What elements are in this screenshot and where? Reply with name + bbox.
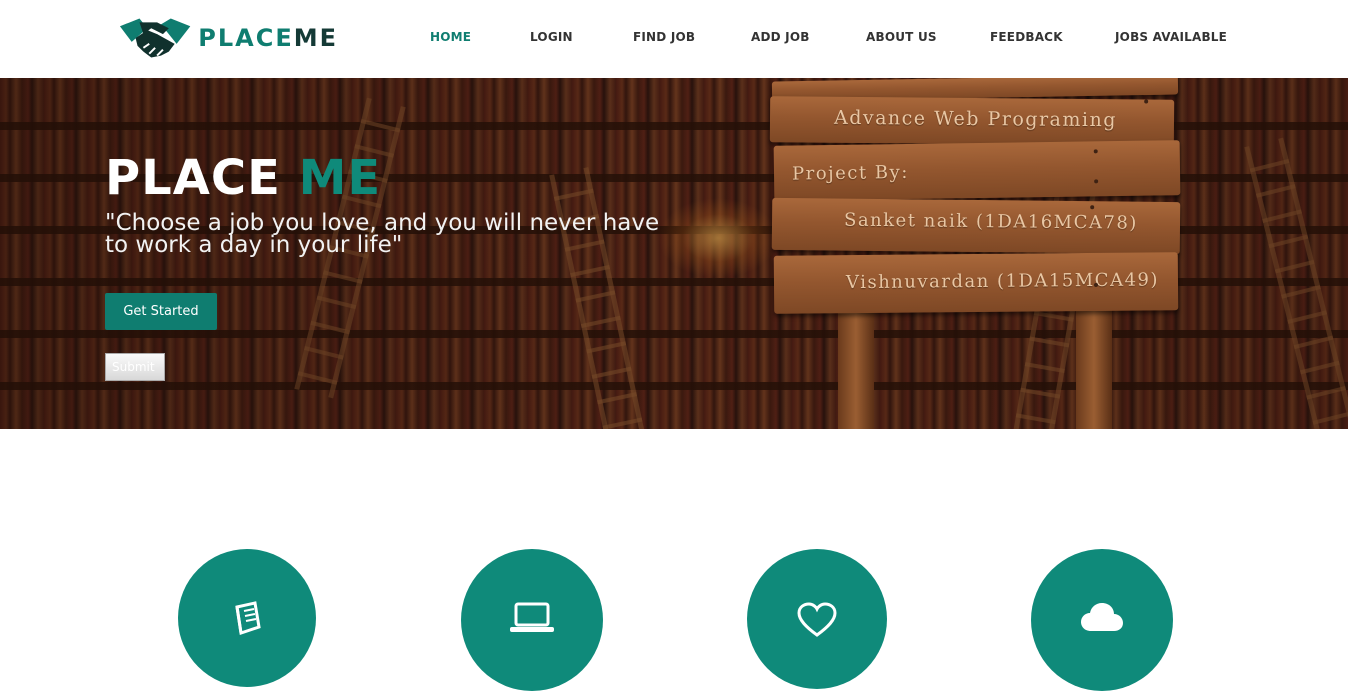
book-icon [235,601,261,635]
nav-about-us[interactable]: ABOUT US [866,30,937,44]
sign-member2-text: Vishnuvardan (1DA15MCA49) [845,269,1160,294]
sign-nail [1094,179,1099,184]
sign-nail [1090,205,1095,210]
sign-nail [1093,149,1098,154]
nav-home[interactable]: HOME [430,30,471,44]
main-nav: HOME LOGIN FIND JOB ADD JOB ABOUT US FEE… [0,30,1348,48]
nav-jobs-available[interactable]: JOBS AVAILABLE [1115,30,1227,44]
feature-circle-heart [747,549,887,689]
sign-post-right [1076,303,1112,429]
sign-plank-member1: Sanket naik (1DA16MCA78) [771,197,1181,255]
laptop-icon [510,602,554,632]
sign-nail [1094,282,1099,287]
feature-circle-book [178,549,316,687]
hero-title-me: ME [298,150,382,206]
sign-member1-text: Sanket naik (1DA16MCA78) [843,209,1138,234]
hero-title: PLACE ME [105,150,381,206]
sign-post-left [838,303,874,429]
sign-course-text: Advance Web Programing [833,106,1118,132]
sign-plank-course: Advance Web Programing [769,96,1175,146]
nav-login[interactable]: LOGIN [530,30,573,44]
site-header: PLACEME HOME LOGIN FIND JOB ADD JOB ABOU… [0,0,1348,78]
hero-title-place: PLACE [105,150,281,206]
nav-add-job[interactable]: ADD JOB [751,30,810,44]
nav-feedback[interactable]: FEEDBACK [990,30,1063,44]
sign-plank-heading: Project By: [773,140,1181,201]
heart-icon [797,602,837,637]
submit-button[interactable]: Submit [105,353,165,381]
sign-heading-text: Project By: [791,161,909,185]
nav-find-job[interactable]: FIND JOB [633,30,695,44]
hero-quote: "Choose a job you love, and you will nev… [105,210,660,258]
feature-circle-laptop [461,549,603,691]
hero-banner: PLACE ME "Choose a job you love, and you… [0,78,1348,429]
sign-nail [1144,99,1149,104]
feature-circle-cloud [1031,549,1173,691]
cloud-icon [1081,603,1123,631]
sign-plank-member2: Vishnuvardan (1DA15MCA49) [773,252,1179,314]
get-started-button[interactable]: Get Started [105,293,217,330]
